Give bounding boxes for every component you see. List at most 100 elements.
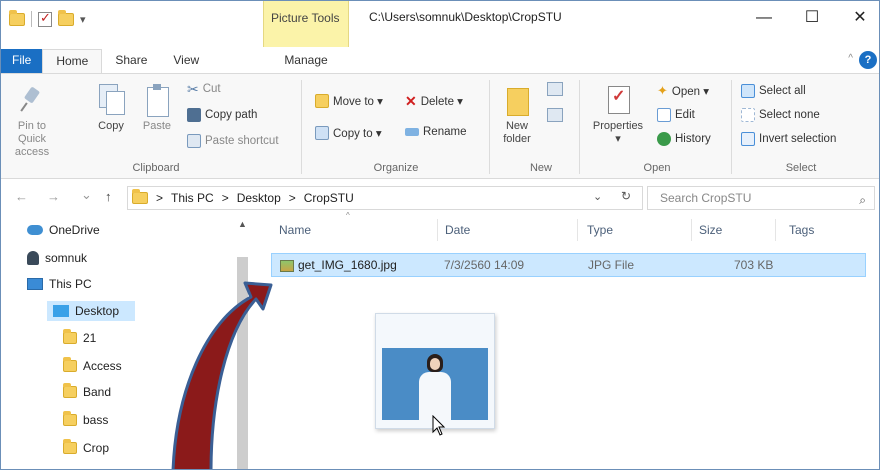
- mouse-cursor-icon: [432, 415, 446, 436]
- address-bar[interactable]: > This PC > Desktop > CropSTU: [127, 186, 643, 210]
- organize-group-label: Organize: [373, 162, 419, 174]
- user-icon: [27, 251, 39, 265]
- tab-manage[interactable]: Manage: [263, 49, 349, 73]
- tab-file[interactable]: File: [1, 49, 43, 73]
- select-none-button[interactable]: Select none: [741, 108, 820, 122]
- properties-button[interactable]: Properties ▾: [585, 84, 651, 146]
- new-folder-button[interactable]: New folder: [495, 84, 539, 146]
- paste-button[interactable]: Paste: [139, 84, 175, 133]
- copy-to-button[interactable]: Copy to ▾: [315, 126, 382, 140]
- column-header-tags[interactable]: Tags: [789, 223, 814, 237]
- history-button[interactable]: History: [657, 132, 711, 146]
- title-bar: ▾ Picture Tools C:\Users\somnuk\Desktop\…: [1, 1, 879, 47]
- column-separator[interactable]: [691, 219, 692, 241]
- group-separator: [731, 80, 732, 174]
- tab-view[interactable]: View: [160, 49, 212, 73]
- new-folder-icon[interactable]: [58, 9, 74, 26]
- photo-thumbnail: [382, 348, 488, 420]
- minimize-button[interactable]: —: [741, 3, 787, 35]
- nav-item-folder[interactable]: Access: [63, 357, 122, 373]
- tab-share[interactable]: Share: [102, 49, 160, 73]
- separator: [31, 11, 32, 27]
- open-button[interactable]: ✦ Open ▾: [657, 84, 710, 99]
- new-folder-icon: [503, 84, 531, 116]
- new-item-icon[interactable]: [547, 82, 563, 96]
- breadcrumb-desktop[interactable]: Desktop: [237, 191, 281, 205]
- invert-selection-button[interactable]: Invert selection: [741, 132, 836, 146]
- breadcrumb-this-pc[interactable]: This PC: [171, 191, 214, 205]
- select-all-label: Select all: [759, 85, 806, 97]
- open-label: Open ▾: [671, 86, 710, 98]
- copy-path-button[interactable]: Copy path: [187, 108, 257, 122]
- close-button[interactable]: ✕: [837, 3, 879, 35]
- person-face: [430, 358, 440, 370]
- address-dropdown-icon[interactable]: ⌄: [593, 190, 602, 203]
- nav-item-folder[interactable]: bass: [63, 411, 108, 427]
- jpg-file-icon: [280, 259, 294, 272]
- customize-toolbar-icon[interactable]: ▾: [80, 13, 86, 26]
- folder-icon: [9, 9, 25, 26]
- nav-item-label: Band: [83, 385, 112, 399]
- back-arrow-icon[interactable]: ←: [15, 189, 28, 204]
- refresh-icon[interactable]: ↻: [621, 189, 631, 203]
- scrollbar-thumb[interactable]: [237, 257, 248, 469]
- cut-button[interactable]: ✂ Cut: [187, 82, 221, 96]
- edit-button[interactable]: Edit: [657, 108, 695, 122]
- tab-home[interactable]: Home: [42, 49, 103, 73]
- select-all-icon: [741, 84, 755, 98]
- column-header-size[interactable]: Size: [699, 223, 722, 237]
- move-to-icon: [315, 94, 329, 108]
- column-header-date[interactable]: Date: [445, 223, 470, 237]
- folder-icon: [63, 411, 77, 426]
- nav-item-folder[interactable]: Crop: [63, 439, 109, 455]
- window-title: C:\Users\somnuk\Desktop\CropSTU: [369, 10, 562, 24]
- select-all-button[interactable]: Select all: [741, 84, 806, 98]
- delete-button[interactable]: ✕ Delete ▾: [405, 94, 463, 108]
- group-separator: [489, 80, 490, 174]
- copy-button[interactable]: Copy: [93, 84, 129, 133]
- pin-to-quick-access-button[interactable]: Pin to Quick access: [5, 84, 59, 159]
- column-separator[interactable]: [437, 219, 438, 241]
- nav-scrollbar[interactable]: ▲: [234, 219, 251, 469]
- column-separator[interactable]: [775, 219, 776, 241]
- up-arrow-icon[interactable]: ↑: [105, 189, 112, 204]
- new-folder-label-line2: folder: [503, 133, 531, 145]
- column-header-name[interactable]: Name: [279, 223, 311, 237]
- delete-label: Delete ▾: [420, 96, 463, 108]
- nav-item-label: Access: [83, 359, 122, 373]
- nav-item-this-pc[interactable]: This PC: [27, 277, 92, 291]
- breadcrumb-cropstu[interactable]: CropSTU: [304, 191, 354, 205]
- rename-button[interactable]: Rename: [405, 126, 466, 138]
- navigation-bar: ← → ⌄ ↑ > This PC > Desktop > CropSTU ⌄ …: [1, 183, 879, 211]
- nav-item-somnuk[interactable]: somnuk: [27, 251, 87, 265]
- file-row[interactable]: get_IMG_1680.jpg 7/3/2560 14:09 JPG File…: [271, 253, 866, 277]
- group-separator: [301, 80, 302, 174]
- forward-arrow-icon[interactable]: →: [47, 189, 60, 204]
- recent-locations-icon[interactable]: ⌄: [81, 187, 92, 203]
- quick-access-toolbar: ▾: [9, 9, 86, 27]
- nav-item-folder[interactable]: 21: [63, 329, 96, 345]
- properties-dropdown-icon: ▾: [615, 133, 621, 145]
- file-size: 703 KB: [734, 258, 774, 272]
- column-header-type[interactable]: Type: [587, 223, 613, 237]
- paste-shortcut-button[interactable]: Paste shortcut: [187, 134, 279, 148]
- move-to-button[interactable]: Move to ▾: [315, 94, 383, 108]
- crumb-separator: >: [288, 191, 296, 205]
- maximize-button[interactable]: ☐: [789, 3, 835, 35]
- easy-access-icon[interactable]: [547, 108, 563, 122]
- edit-label: Edit: [675, 109, 695, 121]
- search-input[interactable]: Search CropSTU ⌕: [647, 186, 875, 210]
- scroll-up-icon[interactable]: ▲: [238, 219, 247, 229]
- minimize-ribbon-icon[interactable]: ^: [848, 53, 853, 64]
- folder-icon: [63, 383, 77, 398]
- help-icon[interactable]: ?: [859, 51, 877, 69]
- properties-check-icon[interactable]: [38, 10, 52, 27]
- select-group-label: Select: [785, 162, 817, 174]
- nav-item-onedrive[interactable]: OneDrive: [27, 223, 100, 237]
- column-separator[interactable]: [577, 219, 578, 241]
- copy-path-label: Copy path: [205, 109, 258, 121]
- sort-caret-icon: ^: [346, 211, 350, 220]
- nav-item-desktop[interactable]: Desktop: [53, 304, 119, 318]
- nav-item-folder[interactable]: Band: [63, 383, 112, 399]
- nav-item-label: This PC: [49, 277, 92, 291]
